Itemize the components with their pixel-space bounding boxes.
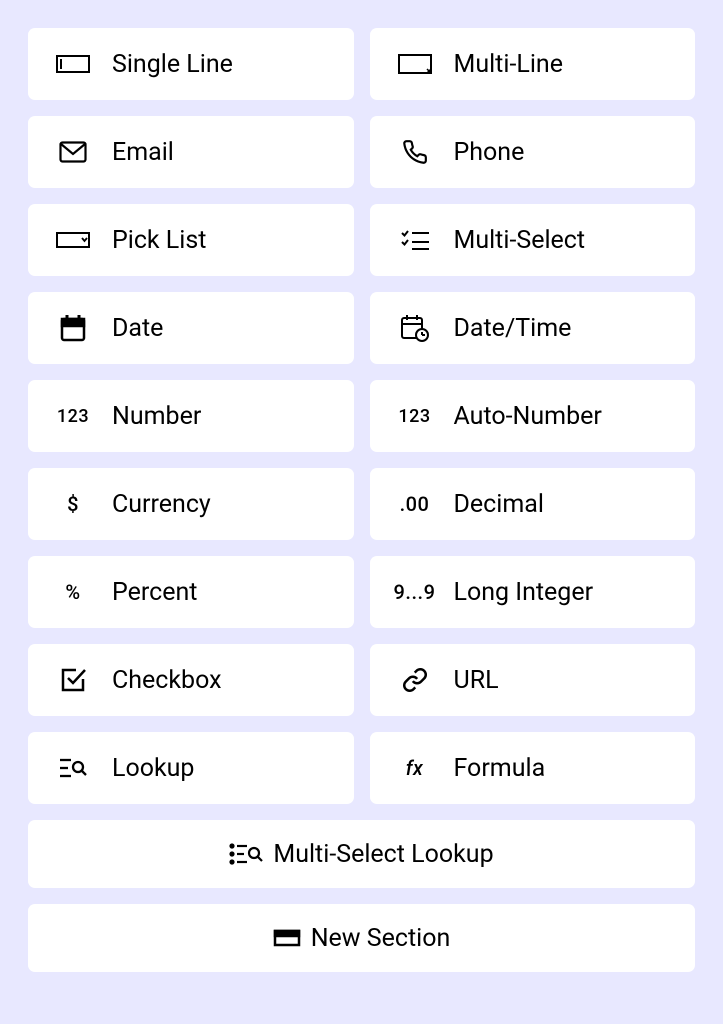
checkbox-icon bbox=[48, 667, 98, 693]
single-line-icon bbox=[48, 55, 98, 73]
field-url[interactable]: URL bbox=[370, 644, 696, 716]
field-phone[interactable]: Phone bbox=[370, 116, 696, 188]
field-label: Percent bbox=[112, 578, 197, 607]
field-currency[interactable]: $ Currency bbox=[28, 468, 354, 540]
number-icon: 123 bbox=[48, 406, 98, 427]
field-label: Multi-Select bbox=[454, 226, 586, 255]
field-pick-list[interactable]: Pick List bbox=[28, 204, 354, 276]
multi-select-lookup-icon bbox=[229, 842, 263, 866]
field-label: New Section bbox=[311, 924, 451, 953]
field-label: Decimal bbox=[454, 490, 544, 519]
field-lookup[interactable]: Lookup bbox=[28, 732, 354, 804]
long-integer-icon: 9...9 bbox=[390, 580, 440, 604]
field-label: Currency bbox=[112, 490, 211, 519]
formula-icon: fx bbox=[390, 756, 440, 780]
field-label: Multi-Line bbox=[454, 50, 563, 79]
field-date-time[interactable]: Date/Time bbox=[370, 292, 696, 364]
field-label: Single Line bbox=[112, 50, 233, 79]
field-multi-line[interactable]: Multi-Line bbox=[370, 28, 696, 100]
picklist-icon bbox=[48, 232, 98, 248]
field-label: Multi-Select Lookup bbox=[273, 840, 493, 869]
field-label: Number bbox=[112, 402, 201, 431]
field-checkbox[interactable]: Checkbox bbox=[28, 644, 354, 716]
auto-number-icon: 123 bbox=[390, 406, 440, 427]
field-new-section[interactable]: New Section bbox=[28, 904, 695, 972]
field-multi-select[interactable]: Multi-Select bbox=[370, 204, 696, 276]
field-label: Email bbox=[112, 138, 174, 167]
percent-icon: % bbox=[48, 580, 98, 604]
phone-icon bbox=[390, 139, 440, 165]
field-date[interactable]: Date bbox=[28, 292, 354, 364]
field-label: Date bbox=[112, 314, 163, 343]
field-decimal[interactable]: .00 Decimal bbox=[370, 468, 696, 540]
field-label: Lookup bbox=[112, 754, 194, 783]
section-icon bbox=[273, 929, 301, 947]
field-label: Auto-Number bbox=[454, 402, 602, 431]
decimal-icon: .00 bbox=[390, 492, 440, 516]
currency-icon: $ bbox=[48, 492, 98, 516]
field-long-integer[interactable]: 9...9 Long Integer bbox=[370, 556, 696, 628]
field-formula[interactable]: fx Formula bbox=[370, 732, 696, 804]
email-icon bbox=[48, 141, 98, 163]
field-email[interactable]: Email bbox=[28, 116, 354, 188]
field-percent[interactable]: % Percent bbox=[28, 556, 354, 628]
field-label: Long Integer bbox=[454, 578, 594, 607]
multiselect-icon bbox=[390, 230, 440, 250]
date-icon bbox=[48, 314, 98, 342]
field-type-grid: Single Line Multi-Line Email Phone bbox=[28, 28, 695, 972]
field-label: Checkbox bbox=[112, 666, 222, 695]
lookup-icon bbox=[48, 756, 98, 780]
field-auto-number[interactable]: 123 Auto-Number bbox=[370, 380, 696, 452]
field-single-line[interactable]: Single Line bbox=[28, 28, 354, 100]
field-label: Date/Time bbox=[454, 314, 572, 343]
field-multi-select-lookup[interactable]: Multi-Select Lookup bbox=[28, 820, 695, 888]
field-number[interactable]: 123 Number bbox=[28, 380, 354, 452]
datetime-icon bbox=[390, 314, 440, 342]
url-icon bbox=[390, 667, 440, 693]
field-label: URL bbox=[454, 666, 499, 695]
field-label: Pick List bbox=[112, 226, 206, 255]
multi-line-icon bbox=[390, 54, 440, 74]
field-label: Formula bbox=[454, 754, 546, 783]
field-label: Phone bbox=[454, 138, 525, 167]
